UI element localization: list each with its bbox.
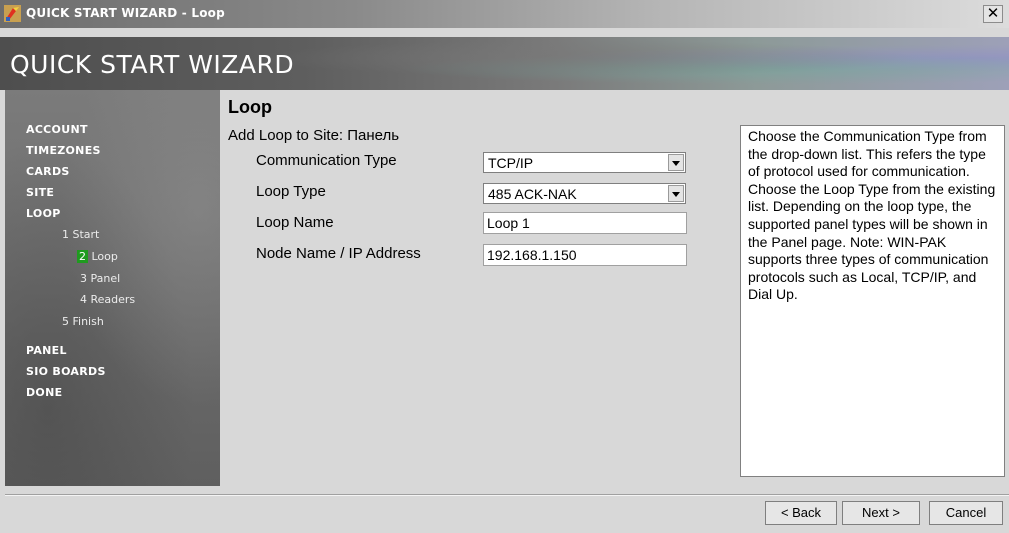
footer-divider (5, 494, 1009, 496)
step-number: 5 (62, 315, 69, 328)
nav-item-account[interactable]: ACCOUNT (26, 123, 88, 136)
cancel-button[interactable]: Cancel (929, 501, 1003, 525)
loop-name-input[interactable]: Loop 1 (483, 212, 687, 234)
wizard-app-icon (4, 5, 21, 22)
loop-type-label: Loop Type (256, 183, 326, 200)
nav-item-sio-boards[interactable]: SIO BOARDS (26, 365, 106, 378)
step-label: Panel (90, 272, 121, 285)
page-title: Loop (228, 97, 272, 117)
loop-type-select[interactable]: 485 ACK-NAK (483, 183, 686, 204)
node-name-input[interactable]: 192.168.1.150 (483, 244, 687, 266)
window-title: QUICK START WIZARD - Loop (26, 6, 225, 20)
close-icon[interactable]: ✕ (983, 5, 1003, 23)
loop-step-loop[interactable]: 2 Loop (77, 250, 118, 263)
loop-step-finish[interactable]: 5 Finish (62, 315, 104, 328)
loop-step-start[interactable]: 1 Start (62, 228, 99, 241)
communication-type-value: TCP/IP (488, 155, 534, 171)
loop-step-readers[interactable]: 4 Readers (80, 293, 135, 306)
step-number: 3 (80, 272, 87, 285)
step-label: Start (72, 228, 100, 241)
nav-item-cards[interactable]: CARDS (26, 165, 70, 178)
wizard-banner: QUICK START WIZARD (0, 37, 1009, 90)
loop-name-label: Loop Name (256, 214, 334, 231)
nav-item-timezones[interactable]: TIMEZONES (26, 144, 101, 157)
step-label: Loop (91, 250, 118, 263)
site-subtitle: Add Loop to Site: Панель (228, 127, 400, 144)
nav-item-panel[interactable]: PANEL (26, 344, 67, 357)
loop-step-panel[interactable]: 3 Panel (80, 272, 120, 285)
node-name-label: Node Name / IP Address (256, 245, 421, 262)
wizard-footer: < Back Next > Cancel (0, 486, 1009, 533)
nav-item-site[interactable]: SITE (26, 186, 54, 199)
nav-item-loop[interactable]: LOOP (26, 207, 61, 220)
step-label: Finish (72, 315, 104, 328)
chevron-down-icon[interactable] (668, 185, 684, 202)
nav-item-done[interactable]: DONE (26, 386, 62, 399)
title-bar: QUICK START WIZARD - Loop ✕ (0, 0, 1009, 28)
communication-type-select[interactable]: TCP/IP (483, 152, 686, 173)
communication-type-label: Communication Type (256, 152, 397, 169)
step-number: 4 (80, 293, 87, 306)
wizard-sidebar: ACCOUNT TIMEZONES CARDS SITE LOOP 1 Star… (5, 90, 220, 486)
chevron-down-icon[interactable] (668, 154, 684, 171)
step-number-active: 2 (77, 250, 88, 263)
loop-type-value: 485 ACK-NAK (488, 186, 577, 202)
back-button[interactable]: < Back (765, 501, 837, 525)
step-label: Readers (90, 293, 136, 306)
step-number: 1 (62, 228, 69, 241)
banner-title: QUICK START WIZARD (10, 50, 295, 79)
help-text-box: Choose the Communication Type from the d… (740, 125, 1005, 477)
next-button[interactable]: Next > (842, 501, 920, 525)
